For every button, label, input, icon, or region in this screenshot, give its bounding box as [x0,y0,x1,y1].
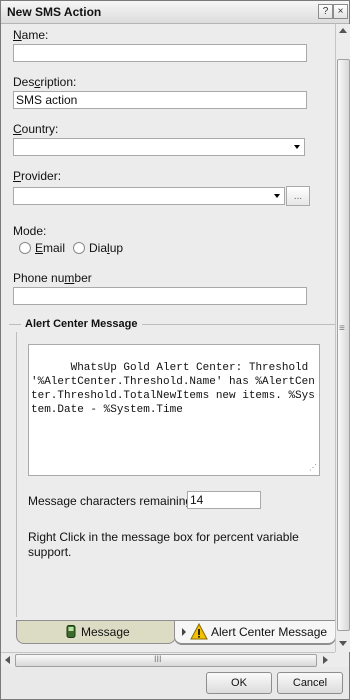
title-bar[interactable]: New SMS Action ? × [1,1,349,24]
phone-number-label: Phone number [13,271,92,285]
remaining-count-input: 14 [187,491,261,509]
dialog-title: New SMS Action [7,5,102,19]
dialog-footer: OK Cancel [1,667,349,699]
mode-dialup-radio[interactable] [73,242,85,254]
country-select[interactable] [13,138,305,156]
alert-center-group-title: Alert Center Message [21,318,142,330]
scroll-up-icon[interactable] [339,28,347,33]
alert-message-text: WhatsUp Gold Alert Center: Threshold '%A… [31,362,315,416]
horizontal-scroll-thumb[interactable]: III [15,654,317,667]
provider-label: Provider: [13,169,62,183]
tab-alert-center-message[interactable]: Alert Center Message [174,620,335,645]
ok-button[interactable]: OK [206,672,272,694]
help-button[interactable]: ? [318,4,333,19]
percent-variable-hint: Right Click in the message box for perce… [28,530,299,559]
scroll-down-icon[interactable] [339,641,347,646]
mode-label: Mode: [13,224,47,238]
new-sms-action-dialog: New SMS Action ? × Name: Description: SM… [0,0,350,700]
phone-number-input[interactable] [13,287,307,305]
tab-message[interactable]: Message [16,620,176,644]
form-area: Name: Description: SMS action Country: P… [1,24,335,652]
vertical-thumb-grip: ≡ [339,323,345,334]
cancel-button[interactable]: Cancel [277,672,343,694]
provider-browse-button[interactable]: ... [286,186,310,206]
name-label: Name: [13,28,49,42]
mode-email-label[interactable]: Email [35,241,65,255]
horizontal-thumb-grip: III [154,654,162,664]
tab-alert-center-label: Alert Center Message [211,625,328,639]
alert-message-textarea[interactable]: WhatsUp Gold Alert Center: Threshold '%A… [28,344,320,476]
vertical-scrollbar[interactable]: ≡ [335,24,350,652]
mode-email-radio[interactable] [19,242,31,254]
message-tabs: Message Alert Center Message [16,620,335,645]
horizontal-scrollbar[interactable]: III [1,652,335,667]
chevron-down-icon [274,194,280,198]
resize-grip-icon[interactable]: ⋰ [309,465,317,473]
warning-icon [190,623,208,640]
description-label: Description: [13,75,77,89]
scroll-right-icon[interactable] [323,656,328,664]
remaining-label: Message characters remaining [28,494,193,508]
chevron-right-icon [182,628,186,636]
phone-icon [66,625,76,638]
country-label: Country: [13,122,59,136]
description-input[interactable]: SMS action [13,91,307,109]
provider-select[interactable] [13,187,285,205]
mode-dialup-label[interactable]: Dialup [89,241,123,255]
name-input[interactable] [13,44,307,62]
tab-message-label: Message [81,625,130,639]
close-button[interactable]: × [333,4,348,19]
vertical-scroll-thumb[interactable]: ≡ [337,59,350,631]
chevron-down-icon [294,145,300,149]
scroll-left-icon[interactable] [5,656,10,664]
